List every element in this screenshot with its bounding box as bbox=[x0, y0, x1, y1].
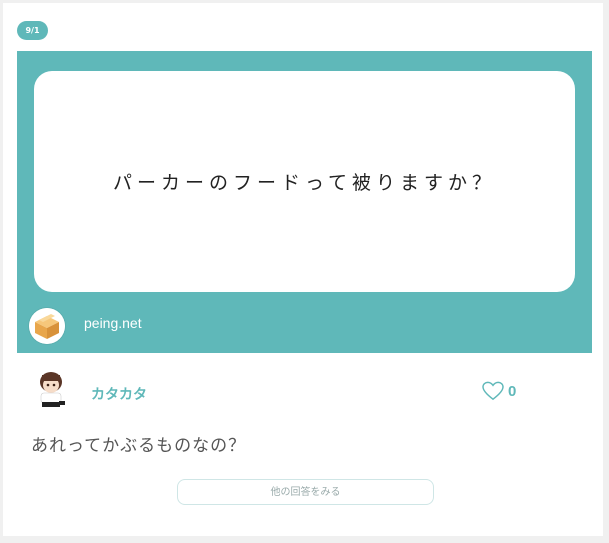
heart-outline-icon[interactable] bbox=[482, 381, 504, 401]
site-name[interactable]: peing.net bbox=[84, 315, 142, 331]
date-badge: 9/1 bbox=[17, 21, 48, 40]
see-other-answers-button[interactable]: 他の回答をみる bbox=[177, 479, 434, 505]
like-button[interactable]: 0 bbox=[482, 381, 516, 401]
answer-text: あれってかぶるものなの？ bbox=[31, 436, 247, 456]
cardboard-box-icon bbox=[29, 308, 65, 344]
question-box: パーカーのフードって被りますか？ bbox=[34, 71, 575, 292]
user-avatar[interactable] bbox=[33, 369, 71, 409]
like-count: 0 bbox=[508, 382, 517, 400]
question-panel: パーカーのフードって被りますか？ peing.net bbox=[17, 51, 592, 353]
answer-username[interactable]: カタカタ bbox=[91, 384, 147, 404]
answer-card: 9/1 パーカーのフードって被りますか？ peing.net カタカタ 0 あれ… bbox=[3, 3, 603, 536]
question-text: パーカーのフードって被りますか？ bbox=[112, 172, 497, 194]
